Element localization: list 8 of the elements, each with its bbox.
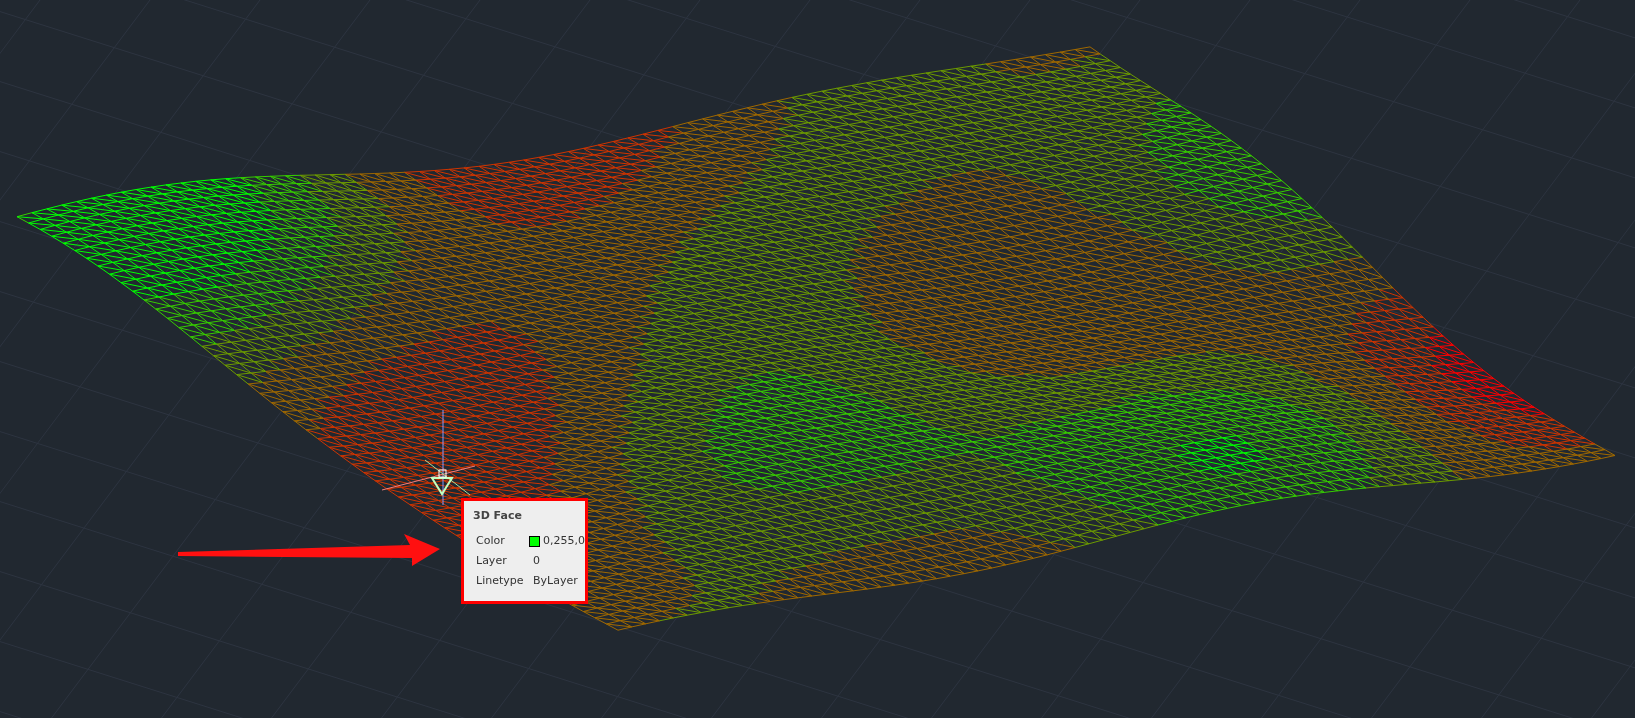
property-label: Layer <box>475 553 508 569</box>
crosshair-cursor-icon <box>381 409 476 506</box>
property-label: Color <box>475 533 506 549</box>
tooltip-title: 3D Face <box>473 509 523 522</box>
property-value: 0,255,0 <box>543 533 585 549</box>
property-value: 0 <box>533 553 540 569</box>
property-value: ByLayer <box>533 573 578 589</box>
property-label: Linetype <box>475 573 525 589</box>
